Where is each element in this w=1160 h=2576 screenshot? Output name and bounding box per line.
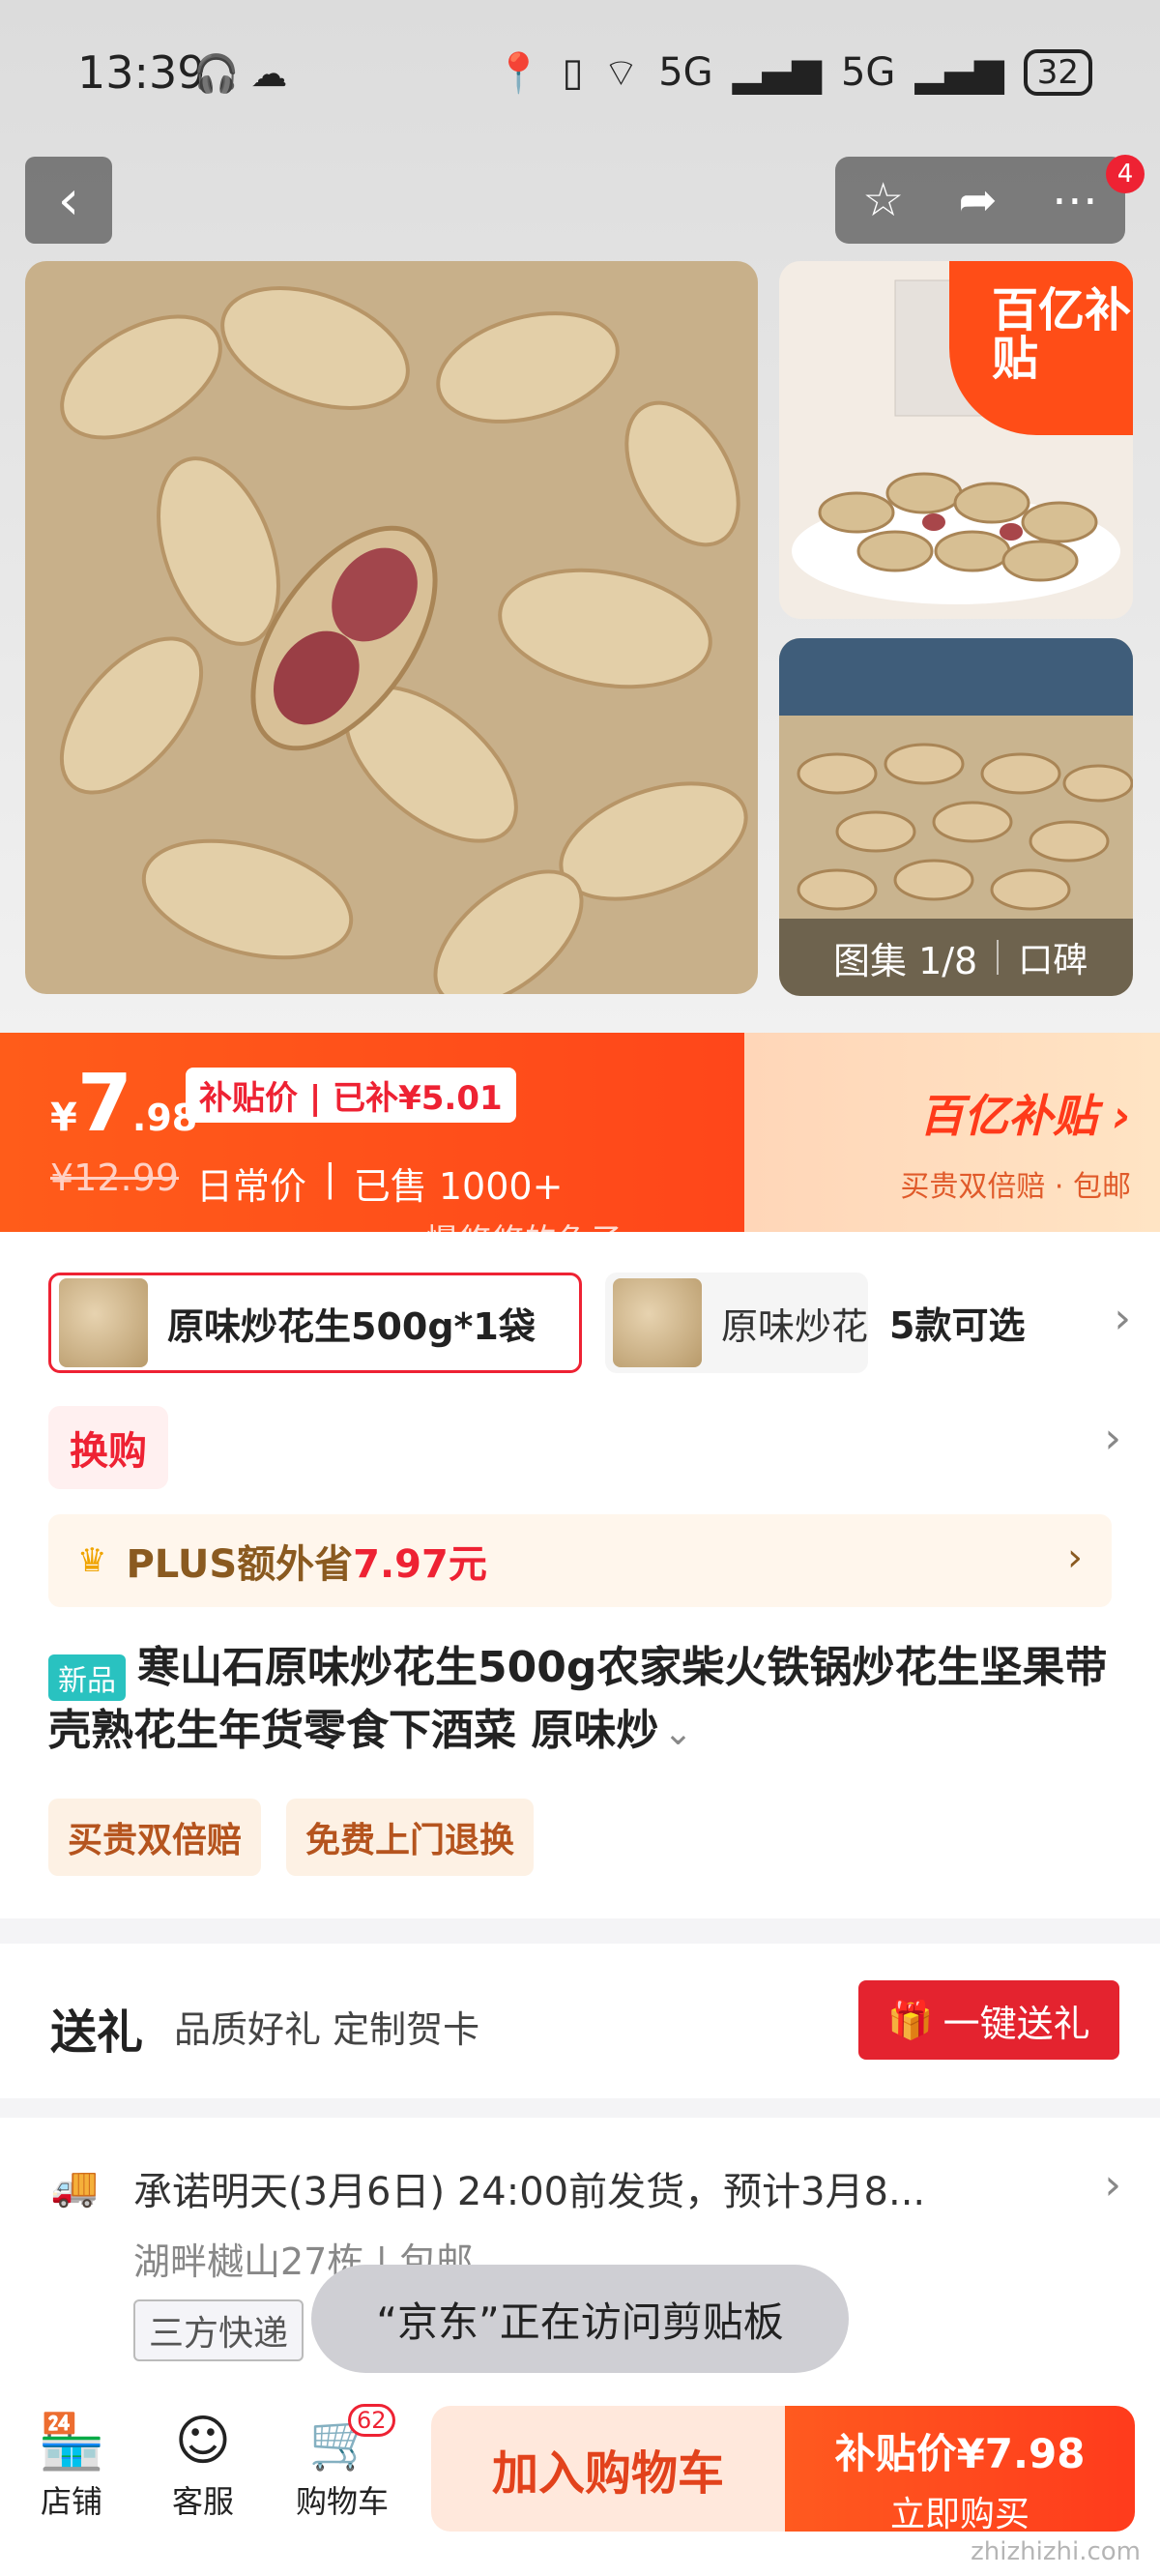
send-gift-button[interactable]: 🎁 一键送礼 [858,1980,1119,2060]
service-label: 客服 [171,2483,234,2520]
product-title: 寒山石原味炒花生500g农家柴火铁锅炒花生坚果带壳熟花生年货零食下酒菜 原味炒 [48,1643,1108,1755]
spec-label: 原味炒花生 [721,1304,868,1348]
spec-count[interactable]: 5款可选 [889,1296,1025,1349]
headphone-icon: 🎧 [193,52,240,95]
cart-button[interactable]: 🛒 62 购物车 [284,2404,400,2522]
price-bar: 百亿补贴 › 买贵双倍赔 · 包邮 ¥ 7 .98 补贴价 | 已补¥5.01 … [0,1033,1160,1232]
status-time: 13:39 [77,46,206,99]
exchange-tag[interactable]: 换购 [48,1406,168,1489]
delivery-promise: 承诺明天(3月6日) 24:00前发货，预计3月8... [133,2170,926,2214]
secondary-image-1[interactable]: 百亿补贴 [779,261,1133,619]
price-integer: 7 [76,1058,132,1150]
chevron-down-icon[interactable]: ⌄ [663,1713,692,1753]
subsidy-price-tag: 补贴价 | 已补¥5.01 [186,1068,516,1123]
brand-info: 百亿补贴 › 买贵双倍赔 · 包邮 [900,1081,1131,1205]
brand-subtitle: 买贵双倍赔 · 包邮 [900,1170,1131,1204]
spec-selector: 原味炒花生500g*1袋 原味炒花生 5款可选 › [48,1273,1131,1373]
new-badge: 新品 [48,1654,126,1701]
brand-title: 百亿补贴 › [919,1090,1131,1142]
star-icon[interactable]: ☆ [862,173,904,227]
plus-amount: 7.97元 [353,1542,487,1587]
chevron-right-icon[interactable]: › [1114,1294,1131,1343]
clipboard-toast: “京东”正在访问剪贴板 [311,2265,849,2373]
location-icon: 📍 [494,50,543,96]
bottom-action-bar: 🏪 店铺 ☺ 客服 🛒 62 购物车 加入购物车 补贴价¥7.98 立即购买 z… [0,2386,1160,2576]
network-label-1: 5G [658,50,713,95]
plus-savings-bar[interactable]: ♛ PLUS额外省7.97元 › [48,1514,1112,1607]
customer-service-button[interactable]: ☺ 客服 [145,2410,261,2522]
cloud-icon: ☁ [250,52,288,95]
chevron-right-icon: › [1104,2160,1121,2210]
secondary-image-2[interactable]: 图集 1/8 口碑 [779,638,1133,996]
notification-badge: 4 [1106,155,1145,193]
shop-button[interactable]: 🏪 店铺 [14,2410,130,2522]
signal-icon: ▂▄▆ [732,50,822,95]
subsidy-corner-badge: 百亿补贴 [949,261,1133,435]
price-secondary-line: ¥12.99 日常价 | 已售 1000+ [50,1156,563,1210]
original-price-label: 日常价 [195,1165,306,1208]
smile-icon: ☺ [174,2410,232,2473]
service-tag[interactable]: 买贵双倍赔 [48,1799,262,1876]
back-button[interactable]: ‹ [25,157,112,244]
review-link[interactable]: 口碑 [1018,932,1088,982]
cart-label: 购物车 [295,2483,389,2520]
chevron-right-icon[interactable]: › [1104,1414,1121,1463]
send-gift-label: 一键送礼 [942,2002,1090,2045]
spec-thumbnail [613,1278,702,1367]
gift-icon: 🎁 [887,1998,934,2041]
brand-panel[interactable]: 百亿补贴 › 买贵双倍赔 · 包邮 [744,1033,1160,1232]
spec-thumbnail [59,1278,148,1367]
plus-savings-text: PLUS额外省7.97元 [126,1533,486,1589]
battery-indicator: 32 [1023,49,1092,96]
chevron-left-icon: ‹ [57,168,80,232]
service-tags: 买贵双倍赔 免费上门退换 [48,1799,535,1876]
original-price: ¥12.99 [50,1156,179,1199]
buy-now-price: 补贴价¥7.98 [834,2430,1086,2477]
currency-symbol: ¥ [50,1096,77,1140]
sold-count: 已售 1000+ [353,1165,564,1208]
album-divider [997,940,1000,975]
add-to-cart-button[interactable]: 加入购物车 [431,2406,785,2532]
site-watermark: zhizhizhi.com [971,2537,1141,2566]
gift-row: 送礼 品质好礼 定制贺卡 🎁 一键送礼 [0,1944,1160,2098]
gift-subtitle: 品质好礼 定制贺卡 [174,2008,480,2051]
status-right-icons: 📍 ▯ ⌔ 5G ▂▄▆ 5G ▂▄▆ 32 [495,48,1092,97]
top-action-group: ☆ ➦ ⋯ [835,157,1125,244]
gift-title: 送礼 [50,2005,144,2060]
buy-now-label: 立即购买 [889,2495,1030,2534]
product-detail-page: 13:39 🎧 ☁ 📍 ▯ ⌔ 5G ▂▄▆ 5G ▂▄▆ 32 ‹ ☆ ➦ ⋯ [0,0,1160,2576]
cart-count-badge: 62 [348,2404,395,2437]
spec-option[interactable]: 原味炒花生 [605,1273,868,1373]
peanuts-image [25,261,758,994]
buy-now-button[interactable]: 补贴价¥7.98 立即购买 [785,2406,1135,2534]
vibrate-icon: ▯ [562,50,584,95]
express-tag: 三方快递 [133,2299,304,2361]
spec-option-selected[interactable]: 原味炒花生500g*1袋 [48,1273,582,1373]
status-bar: 13:39 🎧 ☁ 📍 ▯ ⌔ 5G ▂▄▆ 5G ▂▄▆ 32 [0,0,1160,145]
truck-icon: 🚚 [50,2165,99,2210]
status-left-icons: 🎧 ☁ [193,52,287,96]
more-icon[interactable]: ⋯ [1052,173,1098,227]
wifi-icon: ⌔ [602,51,640,96]
product-info-card: 原味炒花生500g*1袋 原味炒花生 5款可选 › 换购 › ♛ PLUS额外省… [0,1232,1160,1918]
main-product-image[interactable] [25,261,758,994]
store-icon: 🏪 [38,2411,105,2474]
album-counter[interactable]: 图集 1/8 [833,931,977,984]
signal-icon-2: ▂▄▆ [914,50,1004,95]
divider: | [323,1156,336,1199]
gallery-area: 13:39 🎧 ☁ 📍 ▯ ⌔ 5G ▂▄▆ 5G ▂▄▆ 32 ‹ ☆ ➦ ⋯ [0,0,1160,1033]
chevron-right-icon: › [1067,1536,1083,1580]
share-icon[interactable]: ➦ [958,173,997,227]
service-tag[interactable]: 免费上门退换 [286,1799,535,1876]
album-bar: 图集 1/8 口碑 [779,919,1133,996]
plus-label: PLUS额外省 [126,1542,354,1587]
network-label-2: 5G [840,50,896,95]
spec-label: 原味炒花生500g*1袋 [167,1304,536,1348]
crown-icon: ♛ [77,1541,107,1580]
shop-label: 店铺 [40,2483,102,2520]
product-title-block: 新品 寒山石原味炒花生500g农家柴火铁锅炒花生坚果带壳熟花生年货零食下酒菜 原味… [48,1638,1112,1760]
current-price: ¥ 7 .98 [50,1058,197,1150]
